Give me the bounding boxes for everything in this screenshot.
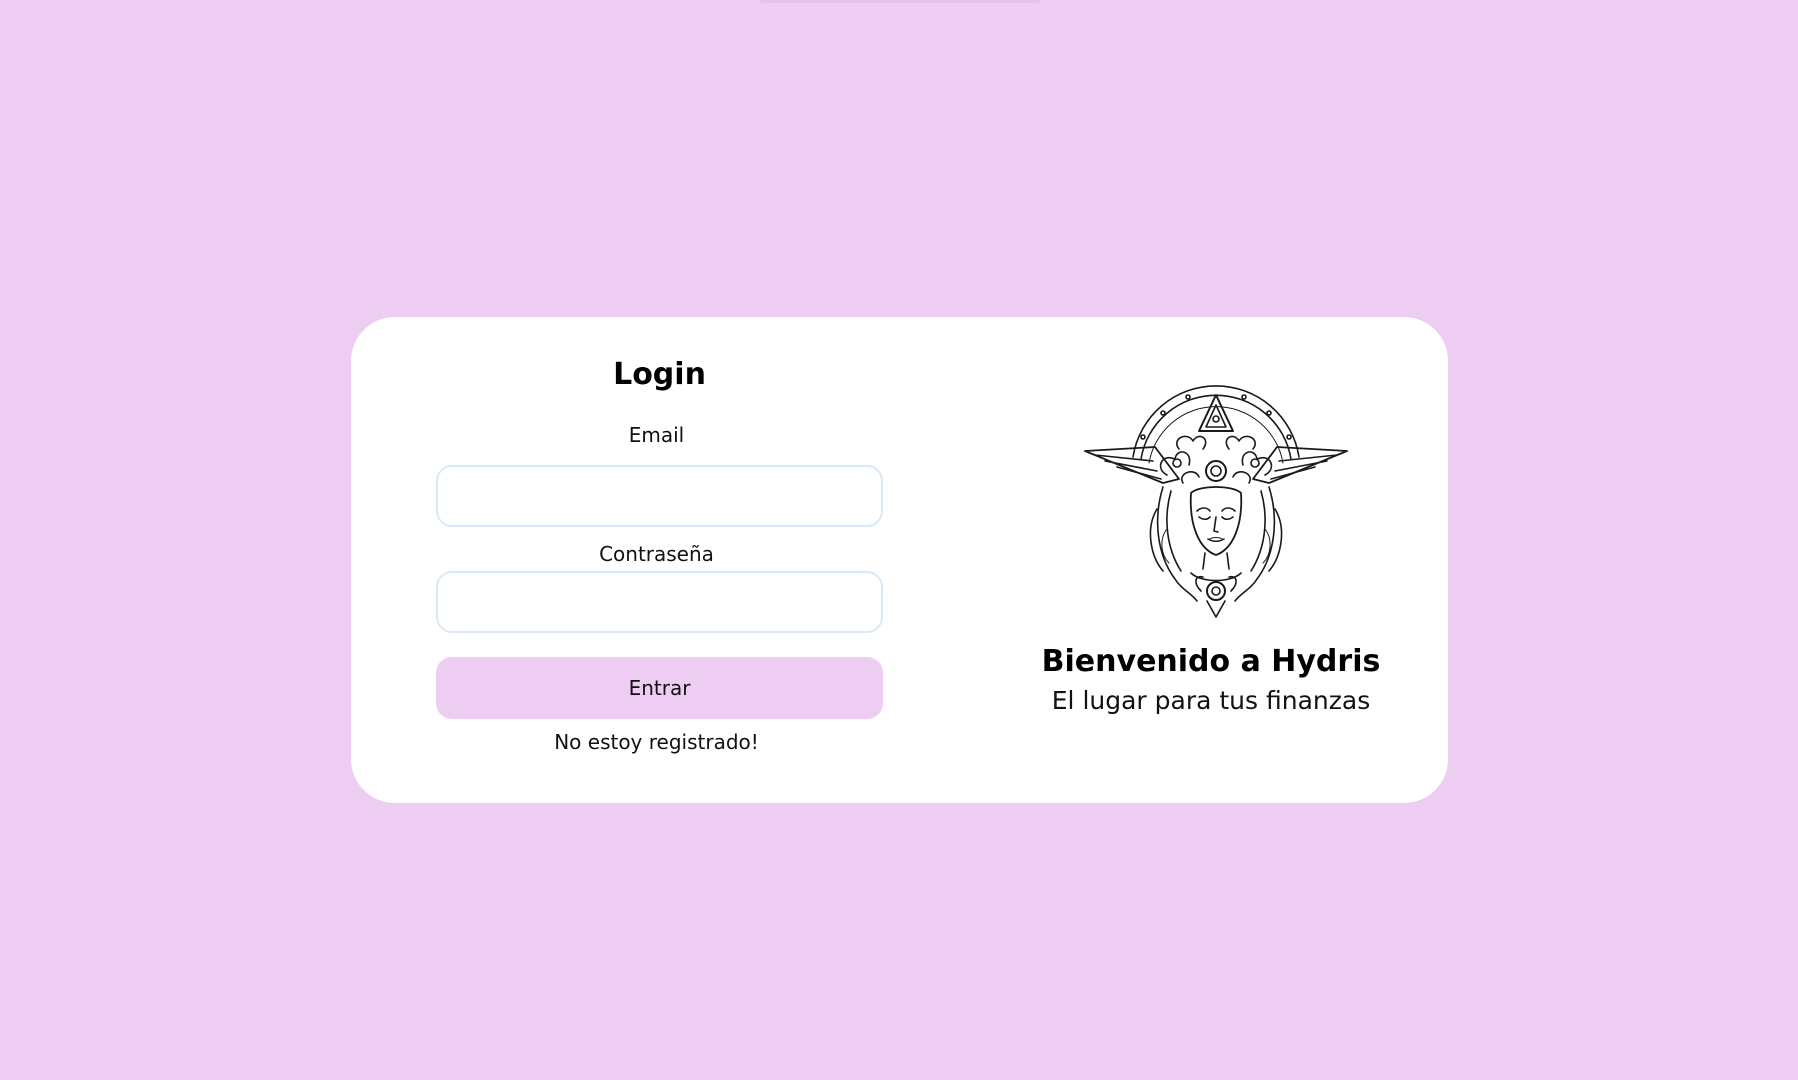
brand-panel: Bienvenido a Hydris El lugar para tus fi… — [1031, 317, 1391, 803]
register-link[interactable]: No estoy registrado! — [436, 730, 877, 754]
goddess-medusa-logo-icon — [1084, 385, 1348, 618]
top-edge-shadow — [760, 0, 1040, 3]
email-field[interactable] — [436, 465, 883, 527]
email-label: Email — [628, 423, 685, 447]
login-form: Login Email Contraseña Entrar No estoy r… — [436, 317, 883, 803]
welcome-heading: Bienvenido a Hydris — [1041, 644, 1381, 679]
welcome-tagline: El lugar para tus finanzas — [1051, 686, 1371, 715]
login-card: Login Email Contraseña Entrar No estoy r… — [351, 317, 1448, 803]
login-button[interactable]: Entrar — [436, 657, 883, 719]
login-title: Login — [613, 357, 706, 392]
password-label: Contraseña — [599, 542, 714, 566]
password-field[interactable] — [436, 571, 883, 633]
login-page: Login Email Contraseña Entrar No estoy r… — [0, 0, 1798, 1080]
